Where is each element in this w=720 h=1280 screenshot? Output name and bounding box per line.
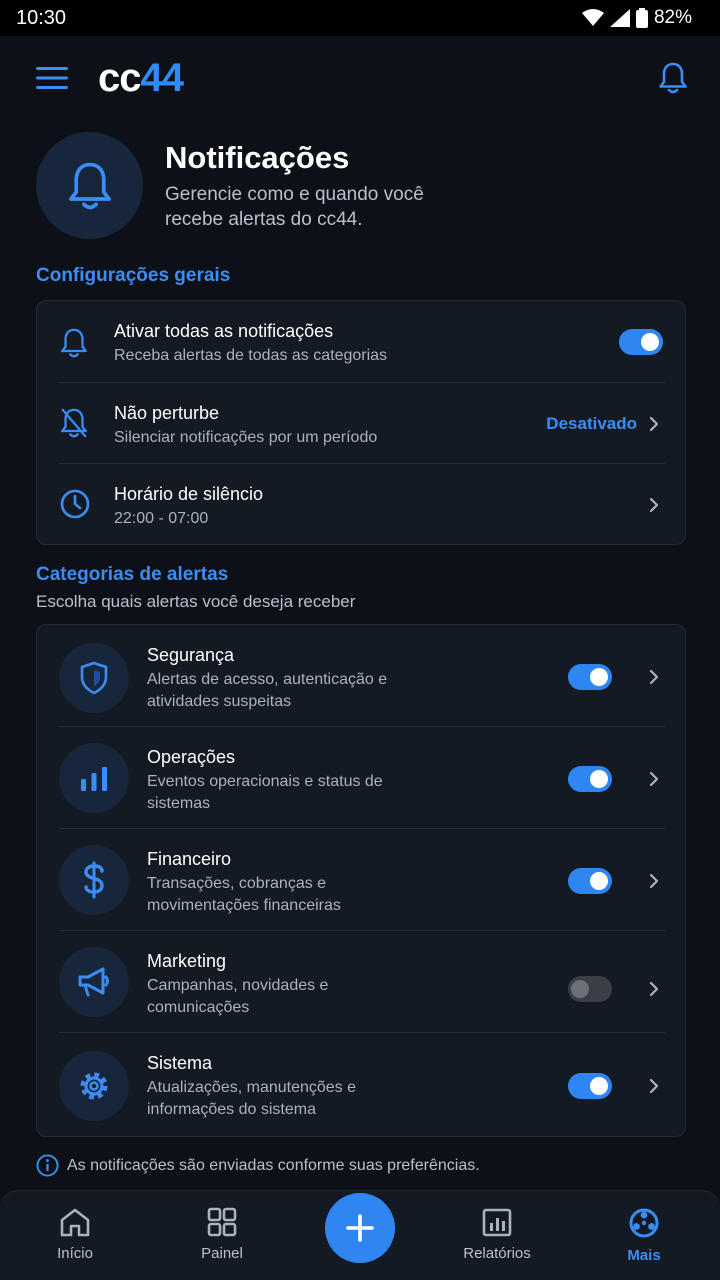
notifications-bell-icon[interactable]	[658, 61, 688, 95]
info-icon	[36, 1154, 59, 1177]
hero-icon-circle	[36, 132, 143, 239]
nav-item-dashboard[interactable]: Painel	[162, 1191, 282, 1280]
row-subtitle: Receba alertas de todas as categorias	[114, 347, 388, 364]
status-bar: 10:30 82%	[0, 0, 720, 36]
bell-icon	[68, 162, 111, 209]
category-icon-circle	[59, 947, 129, 1017]
clock-icon	[60, 489, 90, 519]
general-settings-card: Ativar todas as notificações Receba aler…	[36, 300, 686, 545]
category-title: Operações	[147, 747, 236, 767]
menu-icon[interactable]	[36, 66, 68, 90]
row-quiet-hours[interactable]: Horário de silêncio 22:00 - 07:00	[37, 464, 687, 545]
row-do-not-disturb[interactable]: Não perturbe Silenciar notificações por …	[37, 383, 687, 464]
row-subtitle: 22:00 - 07:00	[114, 510, 209, 527]
category-title: Financeiro	[147, 849, 232, 869]
chevron-right-icon	[649, 771, 659, 787]
info-text: As notificações são enviadas conforme su…	[67, 1156, 480, 1174]
megaphone-icon	[78, 967, 109, 997]
more-icon	[629, 1208, 659, 1238]
category-icon-circle	[59, 643, 129, 713]
section-subtitle-categories: Escolha quais alertas você deseja recebe…	[36, 592, 356, 611]
grid-icon	[207, 1207, 237, 1237]
nav-label: Mais	[627, 1247, 661, 1264]
bell-icon	[61, 328, 87, 358]
gear-icon	[80, 1072, 108, 1100]
section-title-general: Configurações gerais	[36, 265, 231, 286]
bar-chart-icon	[81, 767, 107, 791]
category-icon-circle	[59, 743, 129, 813]
chevron-right-icon	[649, 981, 659, 997]
report-icon	[482, 1208, 512, 1237]
chevron-right-icon	[649, 873, 659, 889]
battery-level: 82%	[653, 7, 692, 28]
nav-item-home[interactable]: Início	[15, 1191, 135, 1280]
shield-icon	[80, 661, 108, 695]
nav-item-reports[interactable]: Relatórios	[437, 1191, 557, 1280]
enable-all-toggle[interactable]	[619, 329, 663, 355]
row-title: Não perturbe	[114, 403, 220, 423]
dollar-icon	[84, 861, 104, 899]
signal-icon	[609, 9, 630, 27]
row-subtitle: Silenciar notificações por um período	[114, 429, 378, 446]
category-row-finance[interactable]: Financeiro Transações, cobranças e movim…	[37, 829, 687, 931]
category-row-system[interactable]: Sistema Atualizações, manutenções e info…	[37, 1033, 687, 1137]
row-title: Horário de silêncio	[114, 484, 264, 504]
marketing-toggle[interactable]	[568, 976, 612, 1002]
row-title: Ativar todas as notificações	[114, 321, 334, 341]
category-description: Transações, cobranças e movimentações fi…	[147, 875, 341, 914]
category-row-security[interactable]: Segurança Alertas de acesso, autenticaçã…	[37, 625, 687, 727]
nav-label: Relatórios	[463, 1245, 531, 1262]
category-icon-circle	[59, 845, 129, 915]
category-title: Marketing	[147, 951, 227, 971]
status-time: 10:30	[16, 6, 67, 29]
category-icon-circle	[59, 1051, 129, 1121]
page-header: Notificações Gerencie como e quando você…	[36, 132, 686, 242]
page-subtitle: Gerencie como e quando você recebe alert…	[165, 184, 424, 230]
category-title: Segurança	[147, 645, 235, 665]
row-enable-all[interactable]: Ativar todas as notificações Receba aler…	[37, 301, 687, 383]
category-row-operations[interactable]: Operações Eventos operacionais e status …	[37, 727, 687, 829]
category-description: Eventos operacionais e status de sistema…	[147, 773, 383, 812]
operations-toggle[interactable]	[568, 766, 612, 792]
finance-toggle[interactable]	[568, 868, 612, 894]
app-logo: cc44	[98, 55, 184, 100]
category-title: Sistema	[147, 1053, 213, 1073]
page-title: Notificações	[165, 140, 350, 175]
section-title-categories: Categorias de alertas	[36, 564, 229, 585]
chevron-right-icon	[649, 1078, 659, 1094]
nav-label: Painel	[201, 1245, 243, 1262]
category-description: Atualizações, manutenções e informações …	[147, 1079, 357, 1118]
category-description: Campanhas, novidades e comunicações	[147, 977, 329, 1016]
category-row-marketing[interactable]: Marketing Campanhas, novidades e comunic…	[37, 931, 687, 1033]
plus-icon	[346, 1214, 374, 1242]
chevron-right-icon	[649, 669, 659, 685]
add-button[interactable]	[325, 1193, 395, 1263]
chevron-right-icon	[649, 497, 659, 513]
home-icon	[60, 1208, 90, 1237]
battery-icon	[635, 8, 648, 28]
security-toggle[interactable]	[568, 664, 612, 690]
chevron-right-icon	[649, 416, 659, 432]
top-app-bar: cc44	[0, 36, 720, 120]
bell-off-icon	[61, 408, 87, 438]
dnd-status[interactable]: Desativado	[546, 414, 637, 434]
wifi-icon	[581, 9, 604, 26]
status-icons: 82%	[581, 7, 692, 29]
system-toggle[interactable]	[568, 1073, 612, 1099]
info-note: As notificações são enviadas conforme su…	[36, 1154, 480, 1177]
alert-categories-card: Segurança Alertas de acesso, autenticaçã…	[36, 624, 686, 1137]
nav-label: Início	[57, 1245, 93, 1262]
nav-item-more[interactable]: Mais	[584, 1191, 704, 1280]
category-description: Alertas de acesso, autenticação e ativid…	[147, 671, 388, 710]
